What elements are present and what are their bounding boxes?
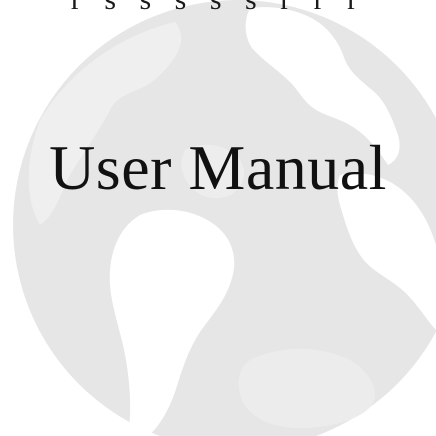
cropped-header-text: r s s s s s r r r <box>0 0 436 15</box>
document-title: User Manual <box>49 132 387 203</box>
cover-page: r s s s s s r r r User Manual <box>0 0 436 436</box>
globe-background-graphic <box>13 0 436 436</box>
